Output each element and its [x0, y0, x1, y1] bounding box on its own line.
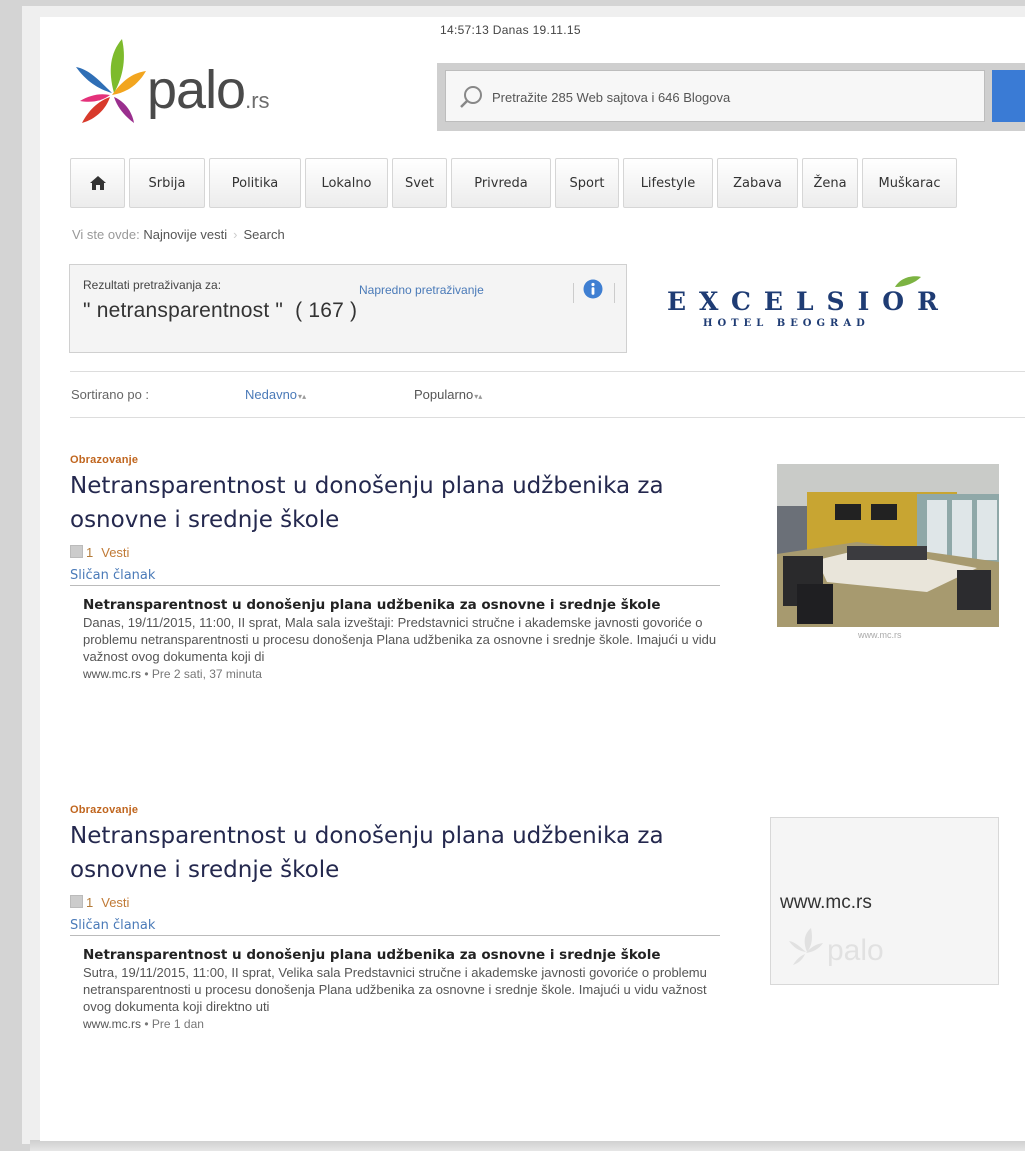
logo-text: palo.rs [147, 60, 270, 120]
article-item: Obrazovanje Netransparentnost u donošenj… [70, 454, 723, 681]
main-nav: Srbija Politika Lokalno Svet Privreda Sp… [70, 158, 957, 208]
divider [573, 283, 574, 303]
clock-text: 14:57:13 Danas 19.11.15 [440, 23, 581, 37]
search-button[interactable] [992, 70, 1025, 122]
similar-article-label[interactable]: Sličan članak [70, 918, 723, 933]
page: 14:57:13 Danas 19.11.15 palo.rs Pretraži… [40, 17, 1025, 1141]
excelsior-ad[interactable]: EXCELSIOR HOTEL BEOGRAD [667, 276, 997, 339]
similar-article: Netransparentnost u donošenju plana udžb… [83, 596, 723, 681]
article-source[interactable]: www.mc.rs [83, 1017, 141, 1031]
search-input[interactable] [490, 83, 974, 111]
results-query: " netransparentnost " ( 167 ) [83, 299, 358, 322]
breadcrumb-item-najnovije[interactable]: Najnovije vesti [143, 227, 227, 242]
results-count: ( 167 ) [295, 299, 358, 322]
divider [70, 935, 720, 936]
vesti-link[interactable]: Vesti [101, 545, 129, 560]
nav-privreda[interactable]: Privreda [451, 158, 551, 208]
vesti-count: 1 [86, 895, 94, 910]
palo-flower-icon [76, 39, 146, 123]
nav-svet[interactable]: Svet [392, 158, 447, 208]
similar-article-title[interactable]: Netransparentnost u donošenju plana udžb… [83, 596, 703, 614]
article-title[interactable]: Netransparentnost u donošenju plana udžb… [70, 819, 670, 887]
article-meta: www.mc.rs • Pre 1 dan [83, 1017, 204, 1031]
divider [70, 417, 1025, 418]
breadcrumb-prefix: Vi ste ovde: [72, 227, 140, 242]
article-category[interactable]: Obrazovanje [70, 804, 723, 816]
document-icon [70, 545, 83, 558]
breadcrumb-separator: › [233, 227, 238, 242]
similar-article-snippet: Sutra, 19/11/2015, 11:00, II sprat, Veli… [83, 965, 707, 1014]
home-icon [89, 176, 106, 190]
sort-popular-button[interactable]: Popularno▾▴ [414, 387, 482, 402]
palo-watermark-logo: palo [789, 926, 909, 967]
svg-text:palo: palo [827, 934, 884, 966]
similar-article-label[interactable]: Sličan članak [70, 568, 723, 583]
nav-politika[interactable]: Politika [209, 158, 301, 208]
article-source[interactable]: www.mc.rs [83, 667, 141, 681]
nav-lokalno[interactable]: Lokalno [305, 158, 388, 208]
article-time: Pre 1 dan [151, 1017, 204, 1031]
advanced-search-link[interactable]: Napredno pretraživanje [359, 283, 484, 297]
nav-zena[interactable]: Žena [802, 158, 858, 208]
site-logo[interactable]: palo.rs [70, 31, 340, 131]
divider [70, 371, 1025, 372]
ad-title: EXCELSIOR [667, 287, 951, 316]
article-title[interactable]: Netransparentnost u donošenju plana udžb… [70, 469, 670, 537]
divider [70, 585, 720, 586]
article-item: Obrazovanje Netransparentnost u donošenj… [70, 804, 723, 1031]
vesti-count: 1 [86, 545, 94, 560]
article-image-placeholder[interactable]: www.mc.rs palo [770, 817, 999, 985]
info-icon[interactable] [583, 279, 603, 299]
meeting-room-photo [777, 464, 999, 627]
ad-subtitle: HOTEL BEOGRAD [703, 318, 870, 329]
article-category[interactable]: Obrazovanje [70, 454, 723, 466]
image-caption: www.mc.rs [858, 630, 902, 640]
similar-article: Netransparentnost u donošenju plana udžb… [83, 946, 723, 1031]
placeholder-source-text: www.mc.rs [780, 892, 872, 913]
results-label: Rezultati pretraživanja za: [83, 278, 222, 292]
sort-arrows-icon: ▾▴ [474, 392, 483, 401]
divider [614, 283, 615, 303]
nav-sport[interactable]: Sport [555, 158, 619, 208]
document-icon [70, 895, 83, 908]
article-time: Pre 2 sati, 37 minuta [151, 667, 262, 681]
breadcrumb: Vi ste ovde: Najnovije vesti › Search [72, 227, 285, 242]
search-box[interactable] [445, 70, 985, 122]
article-meta: www.mc.rs • Pre 2 sati, 37 minuta [83, 667, 262, 681]
nav-srbija[interactable]: Srbija [129, 158, 205, 208]
nav-zabava[interactable]: Zabava [717, 158, 798, 208]
vesti-link[interactable]: Vesti [101, 895, 129, 910]
nav-muskarac[interactable]: Muškarac [862, 158, 957, 208]
sort-recent-button[interactable]: Nedavno▾▴ [245, 387, 306, 402]
article-vesti-row: 1 Vesti [70, 895, 723, 910]
search-bar [437, 63, 1025, 131]
article-image[interactable] [777, 464, 999, 627]
breadcrumb-item-search[interactable]: Search [244, 227, 285, 242]
frame-shadow [30, 1140, 1025, 1151]
similar-article-snippet: Danas, 19/11/2015, 11:00, II sprat, Mala… [83, 615, 717, 664]
search-results-box: Rezultati pretraživanja za: " netranspar… [69, 264, 627, 353]
nav-home[interactable] [70, 158, 125, 208]
sort-arrows-icon: ▾▴ [298, 392, 307, 401]
article-vesti-row: 1 Vesti [70, 545, 723, 560]
sort-label: Sortirano po : [71, 387, 150, 402]
nav-lifestyle[interactable]: Lifestyle [623, 158, 713, 208]
similar-article-title[interactable]: Netransparentnost u donošenju plana udžb… [83, 946, 703, 964]
search-icon [460, 86, 482, 108]
